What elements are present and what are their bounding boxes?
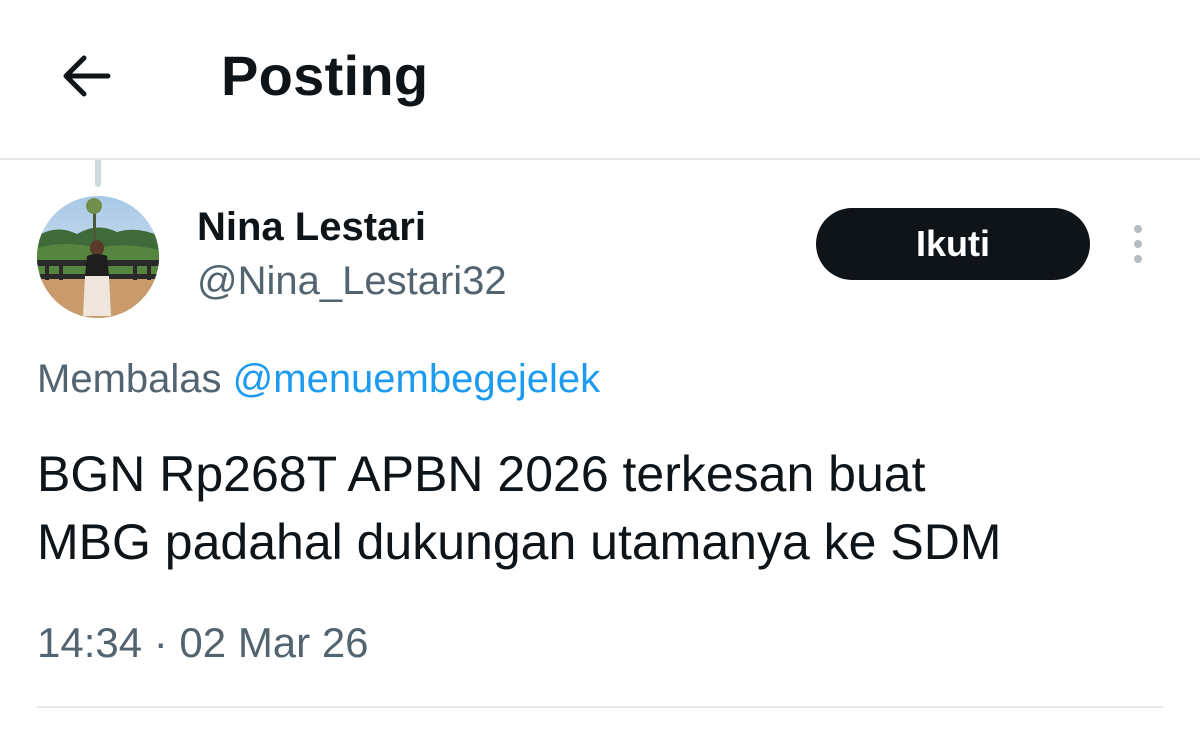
header-divider <box>0 158 1200 160</box>
vertical-dots-icon <box>1134 240 1142 248</box>
post-page: Posting Nina Lestari @Nina_Lestari32 Iku… <box>0 0 1200 729</box>
more-options-button[interactable] <box>1116 218 1160 270</box>
follow-button[interactable]: Ikuti <box>816 208 1090 280</box>
post-text-line: BGN Rp268T APBN 2026 terkesan buat <box>37 446 926 502</box>
author-handle[interactable]: @Nina_Lestari32 <box>197 258 507 304</box>
page-title: Posting <box>221 44 429 107</box>
post-text-line: MBG padahal dukungan utamanya ke SDM <box>37 514 1002 570</box>
vertical-dots-icon <box>1134 225 1142 233</box>
avatar[interactable] <box>37 196 159 318</box>
post-text: BGN Rp268T APBN 2026 terkesan buat MBG p… <box>37 440 1157 576</box>
user-photo-image <box>37 196 159 318</box>
post-timestamp[interactable]: 14:34 · 02 Mar 26 <box>37 618 369 668</box>
author-name[interactable]: Nina Lestari <box>197 204 426 250</box>
section-divider <box>37 706 1163 708</box>
top-bar: Posting <box>0 0 1200 158</box>
thread-connector-line <box>95 160 101 187</box>
replying-to: Membalas @menuembegejelek <box>37 355 600 403</box>
reply-mention-link[interactable]: @menuembegejelek <box>233 357 600 401</box>
vertical-dots-icon <box>1134 255 1142 263</box>
reply-prefix: Membalas <box>37 357 222 401</box>
back-button[interactable] <box>54 44 118 108</box>
arrow-left-icon <box>63 55 111 97</box>
